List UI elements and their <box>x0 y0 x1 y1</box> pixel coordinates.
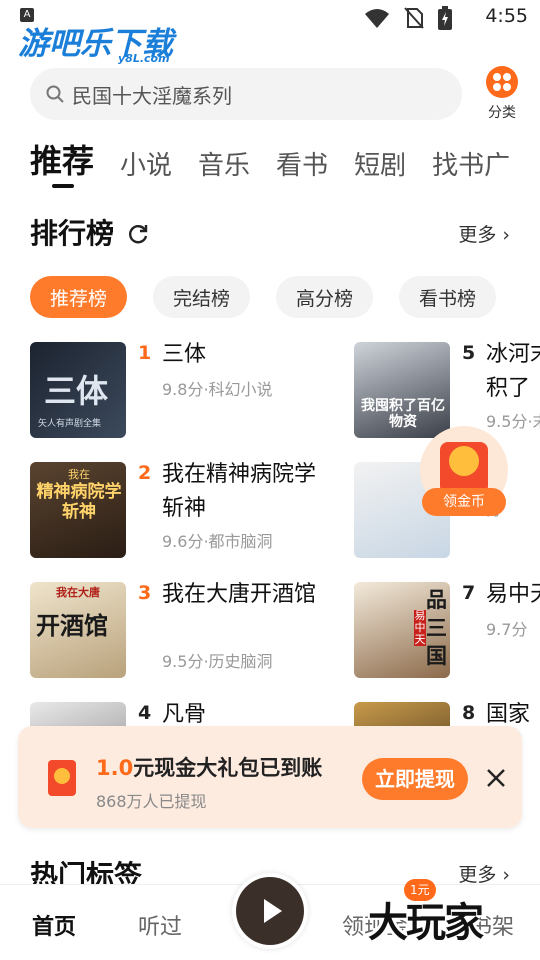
rank-number: 2 <box>138 462 152 484</box>
cover-title: 三体 <box>44 372 109 410</box>
no-sim-icon <box>404 7 424 29</box>
chip-recommend[interactable]: 推荐榜 <box>30 276 128 318</box>
coin-icon <box>449 446 479 476</box>
tab-music[interactable]: 音乐 <box>198 145 250 182</box>
play-icon <box>264 899 282 923</box>
book-cover: 我囤积了百亿物资 <box>354 342 450 438</box>
book-cover: 我在 精神病院学斩神 <box>30 462 126 558</box>
chevron-right-icon: › <box>502 224 510 246</box>
close-icon[interactable] <box>484 766 508 790</box>
red-packet-icon <box>48 760 76 796</box>
withdraw-button[interactable]: 立即提现 <box>362 758 468 800</box>
hot-tags-more-link[interactable]: 更多 › <box>458 860 510 887</box>
rank-number: 7 <box>462 582 476 604</box>
now-playing-button[interactable] <box>232 873 308 949</box>
banner-title-text: 元现金大礼包已到账 <box>133 756 323 780</box>
book-title: 冰河末世，我囤积了 <box>486 342 540 401</box>
ranking-title: 排行榜 <box>30 217 115 250</box>
rank-number: 4 <box>138 702 152 724</box>
status-time: 4:55 <box>485 5 528 27</box>
ranking-more-label: 更多 <box>458 224 497 246</box>
book-meta: 9.7分 <box>486 620 528 639</box>
book-meta: 9.8分·科幻小说 <box>162 380 273 399</box>
battery-charging-icon <box>438 6 452 30</box>
cover-title: 品三国 <box>426 588 447 668</box>
book-title: 我在精神病院学斩神 <box>162 462 317 521</box>
chip-reading[interactable]: 看书榜 <box>399 276 497 318</box>
book-item[interactable]: 我在 精神病院学斩神 2 我在精神病院学斩神 9.6分·都市脑洞 <box>30 462 330 562</box>
ranking-header: 排行榜 更多 › <box>30 212 510 256</box>
search-placeholder: 民国十大淫魔系列 <box>72 83 232 108</box>
wifi-icon <box>365 9 389 28</box>
cover-title: 开酒馆 <box>36 612 108 640</box>
search-icon <box>46 85 64 103</box>
tab-recommend[interactable]: 推荐 <box>30 136 94 188</box>
cover-subtitle: 矢人有声剧全集 <box>38 419 102 429</box>
hot-tags-more-label: 更多 <box>458 864 497 886</box>
banner-amount: 1.0 <box>96 756 134 780</box>
top-tabs: 推荐 小说 音乐 看书 短剧 找书广 <box>30 136 540 192</box>
watermark-bottom: 大玩家 <box>368 900 484 946</box>
watermark-subtitle: y8L.com <box>118 52 170 65</box>
book-item[interactable]: 易中天 品三国 7 易中天 9.7分 <box>354 582 540 682</box>
tab-novel[interactable]: 小说 <box>120 145 172 182</box>
nav-listened[interactable]: 听过 <box>138 909 182 941</box>
chip-finished[interactable]: 完结榜 <box>153 276 251 318</box>
tab-read[interactable]: 看书 <box>276 145 328 182</box>
book-item[interactable]: 我在大唐 开酒馆 3 我在大唐开酒馆 9.5分·历史脑洞 <box>30 582 330 682</box>
book-item[interactable]: 三体 矢人有声剧全集 1 三体 9.8分·科幻小说 <box>30 342 330 442</box>
book-title: 三体 <box>162 342 207 367</box>
category-button[interactable]: 分类 <box>474 66 530 122</box>
chevron-right-icon: › <box>502 864 510 886</box>
banner-title: 1.0元现金大礼包已到账 <box>96 752 322 782</box>
status-icons <box>364 6 452 30</box>
tab-find-book[interactable]: 找书广 <box>432 145 510 182</box>
cover-top-text: 我在大唐 <box>56 586 100 599</box>
book-cover: 三体 矢人有声剧全集 <box>30 342 126 438</box>
ranking-more-link[interactable]: 更多 › <box>458 220 510 247</box>
rank-number: 1 <box>138 342 152 364</box>
tab-short-drama[interactable]: 短剧 <box>354 145 406 182</box>
refresh-icon[interactable] <box>126 222 150 246</box>
banner-subtitle: 868万人已提现 <box>96 792 207 811</box>
cover-top-text: 我在 <box>68 468 90 481</box>
cash-banner[interactable]: 1.0元现金大礼包已到账 868万人已提现 立即提现 <box>18 726 522 828</box>
rank-number: 3 <box>138 582 152 604</box>
cover-tag: 易中天 <box>414 609 426 646</box>
category-label: 分类 <box>488 105 516 121</box>
ranking-chips: 推荐榜 完结榜 高分榜 看书榜 <box>30 276 540 318</box>
book-meta: 9.5分·历史脑洞 <box>162 652 273 671</box>
now-playing-cover <box>236 877 304 945</box>
search-row: 民国十大淫魔系列 分类 <box>30 66 530 122</box>
cover-title: 精神病院学斩神 <box>36 482 122 522</box>
gold-coin-float-button[interactable]: 领金币 <box>420 426 508 518</box>
category-grid-icon <box>486 66 518 98</box>
gold-coin-label: 领金币 <box>422 488 506 516</box>
rank-number: 5 <box>462 342 476 364</box>
book-title: 我在大唐开酒馆 <box>162 582 317 607</box>
watermark-logo: 游吧乐下载 y8L.com <box>18 18 188 66</box>
book-meta: 9.6分·都市脑洞 <box>162 532 273 551</box>
book-title: 易中天 <box>486 582 540 607</box>
book-cover: 易中天 品三国 <box>354 582 450 678</box>
search-input[interactable]: 民国十大淫魔系列 <box>30 68 462 120</box>
rank-number: 8 <box>462 702 476 724</box>
chip-high-score[interactable]: 高分榜 <box>276 276 374 318</box>
book-cover: 我在大唐 开酒馆 <box>30 582 126 678</box>
nav-home[interactable]: 首页 <box>32 909 76 941</box>
